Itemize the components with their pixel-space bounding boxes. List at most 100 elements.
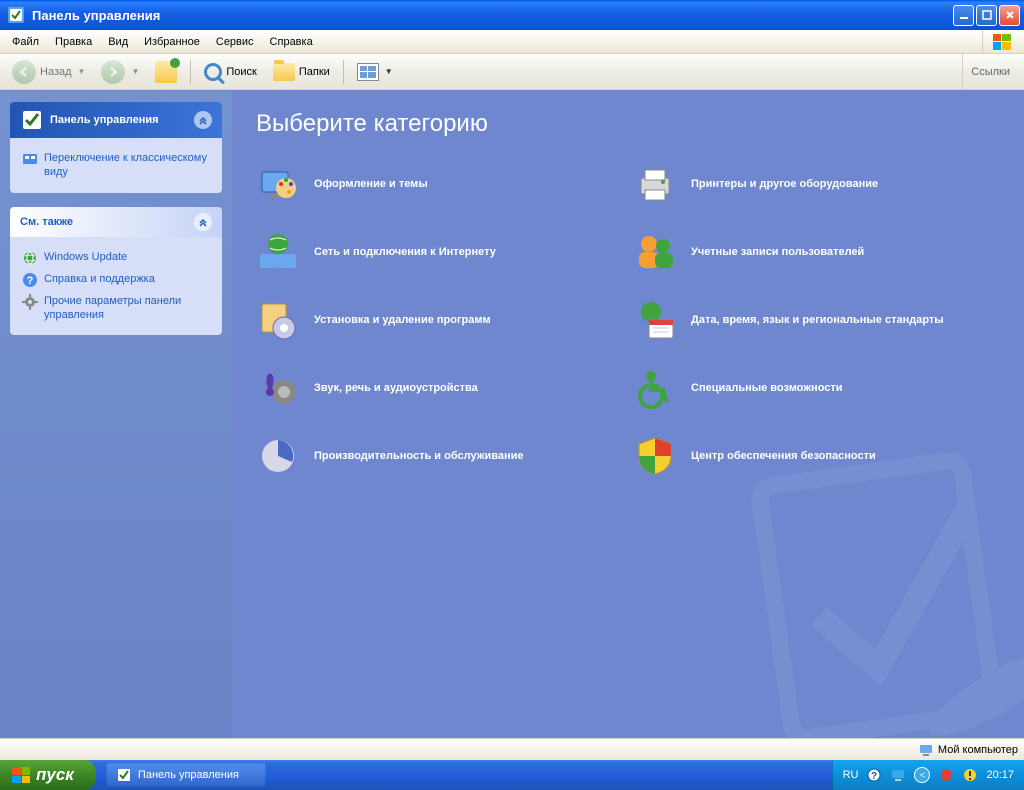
security-tray-icon[interactable] (938, 767, 954, 783)
link-help-support[interactable]: ? Справка и поддержка (22, 269, 210, 291)
display-tray-icon[interactable] (890, 767, 906, 783)
links-label[interactable]: Ссылки (962, 54, 1018, 89)
search-button[interactable]: Поиск (198, 60, 262, 84)
control-panel-icon (8, 7, 24, 23)
windows-flag-icon (982, 30, 1020, 54)
views-icon (357, 63, 379, 81)
switch-to-classic-view[interactable]: Переключение к классическому виду (22, 148, 210, 183)
back-arrow-icon (12, 60, 36, 84)
language-indicator[interactable]: RU (843, 769, 859, 781)
update-tray-icon[interactable] (962, 767, 978, 783)
performance-icon (256, 434, 300, 478)
sidebar-panel-control: Панель управления Переключение к классич… (10, 102, 222, 193)
category-network[interactable]: Сеть и подключения к Интернету (256, 230, 623, 274)
up-button[interactable] (149, 58, 183, 86)
switch-view-icon (22, 151, 38, 167)
clock[interactable]: 20:17 (986, 769, 1014, 781)
globe-icon (22, 250, 38, 266)
category-accessibility[interactable]: Специальные возможности (633, 366, 1000, 410)
svg-text:?: ? (27, 275, 34, 287)
link-label: Прочие параметры панели управления (44, 294, 210, 323)
chevron-down-icon: ▼ (78, 67, 86, 76)
taskbar-window-button[interactable]: Панель управления (106, 763, 266, 787)
search-icon (204, 63, 222, 81)
appearance-icon (256, 162, 300, 206)
printer-icon (633, 162, 677, 206)
shield-icon (633, 434, 677, 478)
category-grid: Оформление и темы Принтеры и другое обор… (256, 162, 1000, 478)
category-programs[interactable]: Установка и удаление программ (256, 298, 623, 342)
users-icon (633, 230, 677, 274)
link-label: Справка и поддержка (44, 272, 155, 286)
date-time-icon (633, 298, 677, 342)
category-security[interactable]: Центр обеспечения безопасности (633, 434, 1000, 478)
tray-expand-button[interactable]: < (914, 767, 930, 783)
folders-icon (273, 63, 295, 81)
help-icon: ? (22, 272, 38, 288)
close-button[interactable] (999, 5, 1020, 26)
collapse-button[interactable] (194, 213, 212, 231)
window-titlebar: Панель управления (0, 0, 1024, 30)
main-area: Панель управления Переключение к классич… (0, 90, 1024, 738)
search-label: Поиск (226, 66, 256, 78)
link-label: Windows Update (44, 250, 127, 264)
category-printers[interactable]: Принтеры и другое оборудование (633, 162, 1000, 206)
control-panel-icon (20, 108, 44, 132)
start-label: пуск (36, 765, 74, 785)
back-button[interactable]: Назад ▼ (6, 57, 91, 87)
page-title: Выберите категорию (256, 110, 1000, 138)
maximize-button[interactable] (976, 5, 997, 26)
content-pane: Выберите категорию Оформление и темы При… (232, 90, 1024, 738)
window-controls (953, 5, 1020, 26)
status-text: Мой компьютер (938, 744, 1018, 756)
windows-logo-icon (12, 767, 30, 783)
menu-edit[interactable]: Правка (47, 33, 100, 51)
separator (190, 60, 191, 84)
minimize-button[interactable] (953, 5, 974, 26)
category-date-time[interactable]: Дата, время, язык и региональные стандар… (633, 298, 1000, 342)
chevron-down-icon: ▼ (385, 67, 393, 76)
sound-icon (256, 366, 300, 410)
sidebar-panel-seealso: См. также Windows Update ? Справка и под… (10, 207, 222, 336)
toolbar: Назад ▼ ▼ Поиск Папки ▼ Ссылки (0, 54, 1024, 90)
menu-favorites[interactable]: Избранное (136, 33, 208, 51)
panel-header: См. также (10, 207, 222, 237)
panel-body: Windows Update ? Справка и поддержка Про… (10, 237, 222, 336)
category-sound[interactable]: Звук, речь и аудиоустройства (256, 366, 623, 410)
forward-arrow-icon (101, 60, 125, 84)
category-label: Учетные записи пользователей (691, 246, 864, 258)
panel-header: Панель управления (10, 102, 222, 138)
forward-button[interactable]: ▼ (95, 57, 145, 87)
sidebar: Панель управления Переключение к классич… (0, 90, 232, 738)
back-label: Назад (40, 66, 72, 78)
system-tray: RU ? < 20:17 (832, 760, 1024, 790)
chevron-down-icon: ▼ (131, 67, 139, 76)
category-performance[interactable]: Производительность и обслуживание (256, 434, 623, 478)
folders-label: Папки (299, 66, 330, 78)
menu-tools[interactable]: Сервис (208, 33, 262, 51)
views-button[interactable]: ▼ (351, 60, 399, 84)
help-tray-icon[interactable]: ? (866, 767, 882, 783)
menu-view[interactable]: Вид (100, 33, 136, 51)
category-label: Специальные возможности (691, 382, 843, 394)
link-other-options[interactable]: Прочие параметры панели управления (22, 291, 210, 326)
taskbar-window-label: Панель управления (138, 769, 239, 781)
menu-bar: Файл Правка Вид Избранное Сервис Справка (0, 30, 1024, 54)
folders-button[interactable]: Папки (267, 60, 336, 84)
menu-file[interactable]: Файл (4, 33, 47, 51)
panel-body: Переключение к классическому виду (10, 138, 222, 193)
category-label: Сеть и подключения к Интернету (314, 246, 496, 258)
start-button[interactable]: пуск (0, 760, 96, 790)
category-label: Центр обеспечения безопасности (691, 450, 876, 462)
status-location: Мой компьютер (918, 742, 1018, 758)
add-remove-icon (256, 298, 300, 342)
category-label: Установка и удаление программ (314, 314, 491, 326)
category-appearance[interactable]: Оформление и темы (256, 162, 623, 206)
link-windows-update[interactable]: Windows Update (22, 247, 210, 269)
panel-title: См. также (20, 216, 73, 228)
category-label: Дата, время, язык и региональные стандар… (691, 314, 944, 326)
menu-help[interactable]: Справка (262, 33, 321, 51)
collapse-button[interactable] (194, 111, 212, 129)
network-icon (256, 230, 300, 274)
category-users[interactable]: Учетные записи пользователей (633, 230, 1000, 274)
